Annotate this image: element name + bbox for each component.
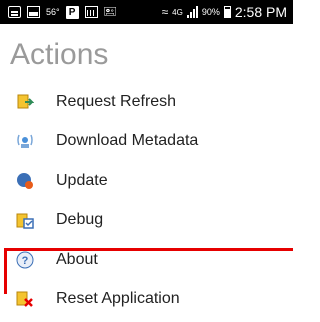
refresh-document-icon (17, 94, 34, 109)
action-debug[interactable]: Debug (0, 201, 293, 241)
action-label: Download Metadata (56, 132, 199, 150)
status-system: ≈ 4G 90% 2:58 PM (162, 0, 287, 24)
image-icon (27, 6, 40, 18)
download-metadata-icon (17, 134, 33, 149)
message-icon (8, 6, 21, 18)
lte-label: 4G (172, 7, 183, 17)
status-notifications: 56° P 🖭 (0, 3, 117, 22)
voicemail-icon: 🖭 (103, 5, 117, 18)
update-icon (17, 172, 33, 189)
selection-highlight (4, 248, 293, 294)
battery-icon (223, 6, 231, 18)
signal-icon (186, 6, 198, 18)
wifi-icon: ≈ (161, 5, 169, 19)
battery-percent: 90% (201, 7, 220, 17)
action-request-refresh[interactable]: Request Refresh (0, 82, 293, 122)
action-download-metadata[interactable]: Download Metadata (0, 122, 293, 162)
action-update[interactable]: Update (0, 161, 293, 201)
clock: 2:58 PM (234, 4, 287, 20)
action-label: Request Refresh (56, 92, 177, 110)
temperature-label: 56° (46, 7, 60, 17)
p-icon: P (65, 5, 79, 19)
action-label: Update (56, 171, 108, 189)
page-title: Actions (10, 38, 109, 71)
debug-icon (16, 213, 34, 229)
action-label: Debug (56, 211, 104, 229)
calendar-icon (84, 6, 98, 18)
status-bar: 56° P 🖭 ≈ 4G 90% 2:58 PM (0, 0, 293, 24)
